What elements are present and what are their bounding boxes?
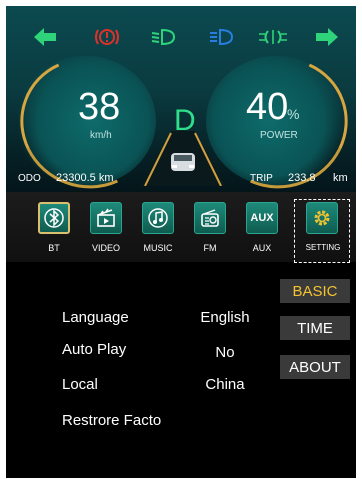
tab-time[interactable]: TIME	[280, 316, 350, 340]
speed-unit: km/h	[90, 130, 112, 141]
speed-value: 38	[78, 86, 121, 128]
video-app-button[interactable]	[90, 202, 122, 234]
language-label: Language	[62, 309, 129, 326]
aux-app-button[interactable]: AUX	[246, 202, 278, 234]
brake-warning-icon	[95, 29, 119, 45]
odo-value: 23300.5 km	[56, 172, 114, 184]
low-beam-icon	[151, 28, 176, 46]
instrument-cluster: 38 km/h 40 % POWER D ODO 23300.5 km TRIP…	[6, 6, 356, 208]
right-turn-signal-icon	[316, 28, 338, 46]
high-beam-icon	[210, 28, 234, 46]
fog-light-icon	[259, 30, 287, 44]
left-turn-signal-icon	[34, 28, 56, 46]
video-app-label: VIDEO	[91, 243, 120, 253]
music-app-label: MUSIC	[143, 243, 173, 253]
trip-unit: km	[333, 172, 348, 184]
fm-app-button[interactable]	[194, 202, 226, 234]
auto-play-label: Auto Play	[62, 341, 127, 358]
gear-indicator: D	[174, 104, 196, 137]
power-label: POWER	[260, 130, 298, 141]
fm-app-label: FM	[203, 243, 217, 253]
bt-app-button[interactable]	[38, 202, 70, 234]
restore-factory-item[interactable]: Restrore Facto	[62, 412, 161, 429]
road-car-graphic	[141, 131, 225, 186]
bt-app-label: BT	[48, 243, 60, 253]
power-value: 40	[246, 86, 289, 128]
local-value[interactable]: China	[185, 376, 265, 393]
music-app-button[interactable]	[142, 202, 174, 234]
auto-play-value[interactable]: No	[185, 344, 265, 361]
power-percent-sign: %	[287, 106, 300, 122]
radio-icon	[201, 209, 219, 227]
aux-icon: AUX	[250, 212, 274, 224]
bluetooth-icon	[44, 208, 64, 228]
language-value[interactable]: English	[185, 309, 265, 326]
device-screen: 38 km/h 40 % POWER D ODO 23300.5 km TRIP…	[6, 6, 356, 478]
trip-value: 233.8	[288, 172, 316, 184]
trip-label: TRIP	[250, 173, 273, 184]
video-icon	[97, 208, 115, 227]
tab-about[interactable]: ABOUT	[280, 355, 350, 379]
selection-highlight	[294, 199, 350, 263]
aux-app-label: AUX	[252, 243, 272, 253]
odo-label: ODO	[18, 173, 41, 184]
music-icon	[148, 208, 168, 228]
local-label: Local	[62, 376, 98, 393]
tab-basic[interactable]: BASIC	[280, 279, 350, 303]
